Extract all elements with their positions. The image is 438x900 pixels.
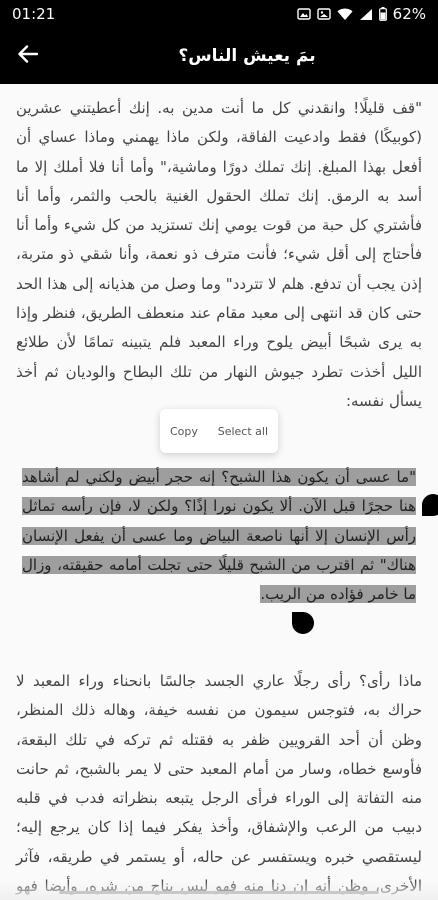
signal-icon <box>359 8 373 21</box>
arrow-left-icon <box>18 45 39 67</box>
reader-content[interactable]: "قف قليلًا! وانقدني كل ما أنت مدين به. إ… <box>0 84 438 900</box>
image-icon <box>316 8 331 20</box>
status-bar: 01:21 62% <box>0 0 438 28</box>
paragraph-3[interactable]: ماذا رأى؟ رأى رجلًا عاري الجسد جالسًا با… <box>0 667 438 900</box>
photo-icon <box>296 8 311 20</box>
select-all-button[interactable]: Select all <box>214 421 272 442</box>
paragraph-1[interactable]: "قف قليلًا! وانقدني كل ما أنت مدين به. إ… <box>0 94 438 416</box>
selection-popup: Copy Select all <box>160 409 278 453</box>
navigation-bar <box>0 880 438 900</box>
battery-icon <box>378 7 387 21</box>
paragraph-2-selected[interactable]: "ما عسى أن يكون هذا الشبح؟ إنه حجر أبيض … <box>16 463 422 609</box>
copy-button[interactable]: Copy <box>166 421 202 442</box>
selection-start-handle[interactable] <box>422 494 438 516</box>
battery-percent: 62% <box>392 5 426 23</box>
page-title: بمَ يعيش الناس؟ <box>178 46 316 66</box>
app-bar: بمَ يعيش الناس؟ <box>0 28 438 84</box>
wifi-icon <box>337 8 353 21</box>
status-icons: 62% <box>296 5 426 23</box>
selection-end-handle[interactable] <box>292 612 314 634</box>
back-button[interactable] <box>0 28 56 84</box>
status-time: 01:21 <box>12 5 56 23</box>
selected-text[interactable]: "ما عسى أن يكون هذا الشبح؟ إنه حجر أبيض … <box>22 468 416 604</box>
nav-gesture-pill[interactable] <box>59 891 379 894</box>
